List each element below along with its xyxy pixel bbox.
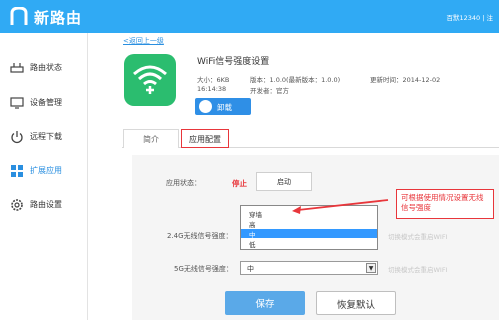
tab-app-config[interactable]: 应用配置 <box>181 129 229 148</box>
app-status-value: 停止 <box>232 179 247 188</box>
sidebar-item-label: 扩展应用 <box>30 166 62 175</box>
user-info[interactable]: 百默12340 | 注 <box>447 12 494 22</box>
wifi-24g-hint: 切换模式会重启WIFI <box>388 233 448 241</box>
callout-arrow-icon <box>292 199 389 214</box>
back-link[interactable]: <返回上一级 <box>123 36 164 46</box>
sidebar-item-router-status[interactable]: 路由状态 <box>0 53 88 83</box>
sidebar-item-device-management[interactable]: 设备管理 <box>0 88 88 118</box>
sidebar-item-label: 设备管理 <box>30 98 62 107</box>
app-size: 大小：6KB <box>197 76 230 84</box>
app-icon <box>124 54 176 106</box>
brand-name: 新路由 <box>34 9 83 27</box>
wifi-5g-hint: 切换模式会重启WIFI <box>388 266 448 274</box>
sidebar-item-label: 远程下载 <box>30 132 62 141</box>
dropdown-option-selected[interactable]: 中 <box>241 229 377 239</box>
router-icon <box>10 63 24 73</box>
app-developer: 开发者：官方 <box>250 87 289 95</box>
top-header: 新路由 百默12340 | 注 <box>0 0 499 33</box>
sidebar-item-extensions[interactable]: 扩展应用 <box>0 156 88 186</box>
app-update-time: 16:14:38 <box>197 85 227 93</box>
wifi-24g-label: 2.4G无线信号强度： <box>167 232 233 240</box>
trash-icon <box>199 100 212 113</box>
apps-grid-icon <box>11 165 23 177</box>
uninstall-button[interactable]: 卸载 <box>195 98 251 115</box>
sidebar-item-label: 路由状态 <box>30 63 62 72</box>
sidebar-item-router-settings[interactable]: 路由设置 <box>0 190 88 220</box>
save-button[interactable]: 保存 <box>225 291 305 315</box>
start-button[interactable]: 启动 <box>256 172 312 191</box>
brand-logo-icon <box>10 7 28 25</box>
monitor-icon <box>10 97 24 109</box>
restore-default-button[interactable]: 恢复默认 <box>316 291 396 315</box>
tab-intro[interactable]: 简介 <box>123 129 179 148</box>
dropdown-option[interactable]: 低 <box>241 239 377 249</box>
app-status-label: 应用状态： <box>166 179 201 187</box>
wifi-icon <box>133 65 167 94</box>
wifi-5g-select-value: 中 <box>247 265 254 273</box>
wifi-5g-label: 5G无线信号强度： <box>174 265 233 273</box>
power-icon <box>11 131 23 144</box>
uninstall-label: 卸载 <box>217 103 232 112</box>
hint-callout: 可根据使用情况设置无线信号强度 <box>396 189 494 219</box>
app-version: 版本：1.0.0(最新版本：1.0.0) <box>250 76 341 84</box>
wifi-5g-select[interactable]: 中 ▼ <box>240 261 378 275</box>
chevron-down-icon: ▼ <box>366 263 376 273</box>
sidebar: 路由状态 设备管理 远程下载 扩展应用 路由设置 <box>0 33 88 320</box>
app-updated: 更新时间：2014-12-02 <box>370 76 441 84</box>
dropdown-option[interactable]: 高 <box>241 219 377 229</box>
app-title: WiFi信号强度设置 <box>197 57 270 67</box>
sidebar-item-label: 路由设置 <box>30 200 62 209</box>
sidebar-item-remote-download[interactable]: 远程下载 <box>0 122 88 152</box>
gear-icon <box>11 199 23 211</box>
